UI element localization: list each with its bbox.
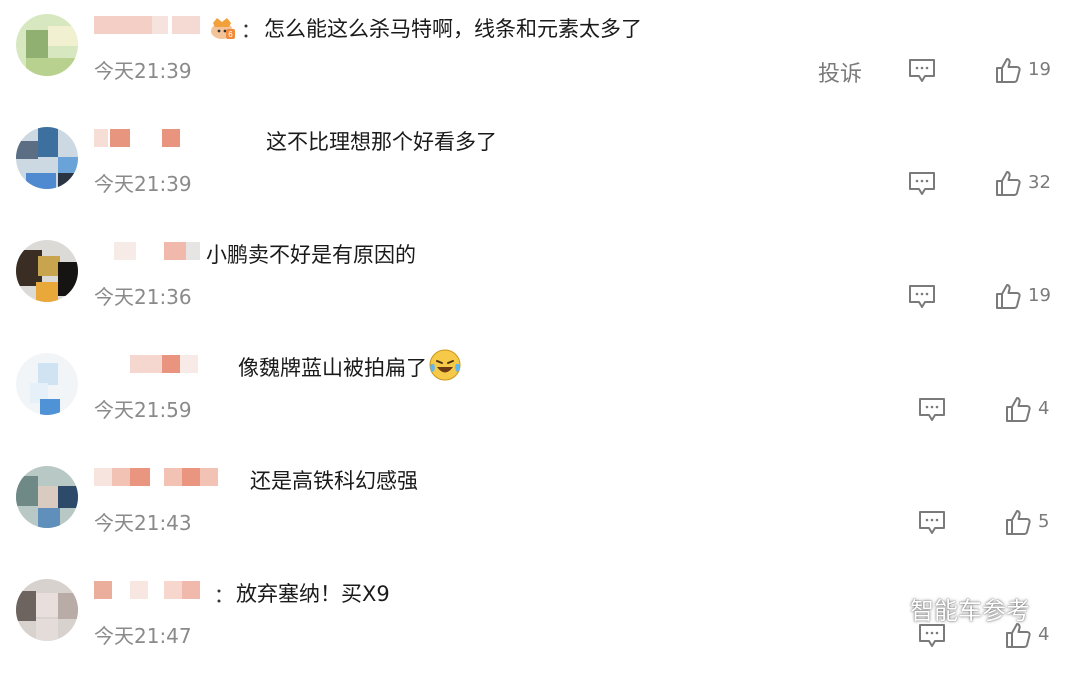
avatar[interactable] (16, 579, 78, 641)
comment-text: 放弃塞纳！买X9 (236, 582, 390, 606)
thumbs-up-icon[interactable] (995, 282, 1021, 310)
avatar[interactable] (16, 127, 78, 189)
comment-time: 今天21:39 (94, 59, 192, 83)
comment-time: 今天21:59 (94, 398, 192, 422)
thumbs-up-icon[interactable] (995, 169, 1021, 197)
like-count: 32 (1028, 172, 1051, 193)
username-blurred[interactable] (94, 468, 224, 490)
like-count: 19 (1028, 59, 1051, 80)
like-count: 5 (1038, 511, 1050, 532)
reply-icon[interactable] (908, 171, 936, 197)
avatar[interactable] (16, 353, 78, 415)
comment-text: 小鹏卖不好是有原因的 (206, 243, 416, 267)
watermark-text: 智能车参考 (910, 596, 1030, 625)
comment-text: 像魏牌蓝山被拍扁了 (238, 356, 427, 380)
reply-icon[interactable] (918, 510, 946, 536)
username-blurred[interactable] (94, 129, 184, 151)
comment-item: 还是高铁科幻感强 今天21:43 5 (0, 452, 1080, 565)
crown-badge-icon: 6 (211, 18, 235, 39)
username-blurred[interactable] (94, 16, 204, 38)
comment-list: 6 ： 怎么能这么杀马特啊，线条和元素太多了 今天21:39 投诉 19 这不比… (0, 0, 1080, 657)
avatar[interactable] (16, 240, 78, 302)
reply-icon[interactable] (908, 284, 936, 310)
comment-item: 这不比理想那个好看多了 今天21:39 32 (0, 113, 1080, 226)
reply-icon[interactable] (918, 623, 946, 649)
comment-item: 像魏牌蓝山被拍扁了 今天21:59 4 (0, 339, 1080, 452)
comment-text: 还是高铁科幻感强 (250, 469, 418, 493)
comment-text: 怎么能这么杀马特啊，线条和元素太多了 (264, 17, 642, 41)
report-button[interactable]: 投诉 (818, 56, 862, 88)
comment-item: 6 ： 怎么能这么杀马特啊，线条和元素太多了 今天21:39 投诉 19 (0, 0, 1080, 113)
thumbs-up-icon[interactable] (1005, 395, 1031, 423)
wechat-logo-icon (864, 594, 901, 622)
reply-icon[interactable] (918, 397, 946, 423)
comment-colon: ： (241, 18, 261, 42)
username-blurred[interactable] (94, 581, 204, 603)
like-count: 4 (1038, 624, 1050, 645)
like-count: 19 (1028, 285, 1051, 306)
laughing-crying-emoji-icon (429, 349, 461, 381)
comment-colon: ： (214, 583, 234, 607)
comment-item: 小鹏卖不好是有原因的 今天21:36 19 (0, 226, 1080, 339)
comment-time: 今天21:36 (94, 285, 192, 309)
avatar[interactable] (16, 466, 78, 528)
thumbs-up-icon[interactable] (1005, 508, 1031, 536)
username-blurred[interactable] (94, 242, 204, 264)
reply-icon[interactable] (908, 58, 936, 84)
thumbs-up-icon[interactable] (995, 56, 1021, 84)
watermark: 智能车参考 (862, 590, 1030, 626)
like-count: 4 (1038, 398, 1050, 419)
svg-text:6: 6 (228, 30, 233, 39)
comment-time: 今天21:47 (94, 624, 192, 648)
comment-text: 这不比理想那个好看多了 (266, 130, 497, 154)
comment-time: 今天21:39 (94, 172, 192, 196)
avatar[interactable] (16, 14, 78, 76)
username-blurred[interactable] (94, 355, 204, 377)
comment-time: 今天21:43 (94, 511, 192, 535)
